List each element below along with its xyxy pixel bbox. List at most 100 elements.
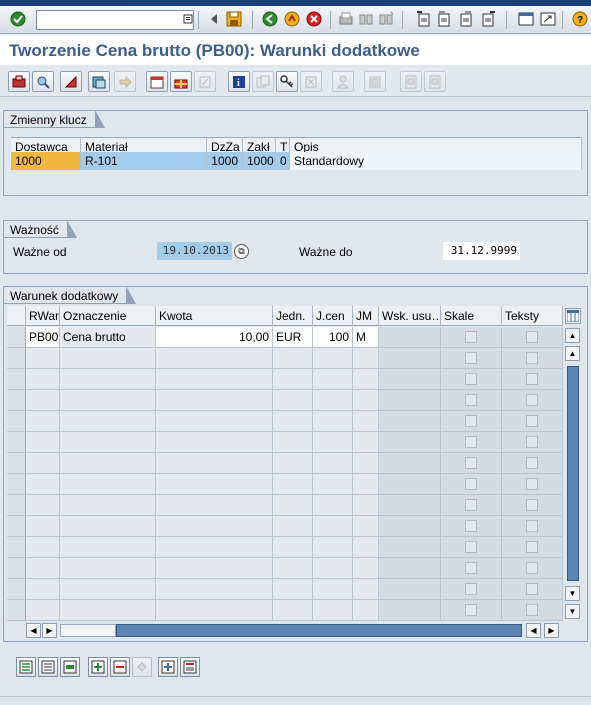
checkbox[interactable]	[465, 436, 477, 448]
checkbox[interactable]	[465, 520, 477, 532]
table-cell[interactable]	[26, 558, 60, 579]
row-selector[interactable]	[7, 348, 26, 369]
table-row[interactable]	[7, 600, 563, 621]
table-cell[interactable]	[156, 600, 273, 621]
table-cell[interactable]	[353, 390, 379, 411]
help-icon[interactable]: ?	[570, 9, 590, 29]
table-cell[interactable]	[353, 453, 379, 474]
table-cell[interactable]	[26, 579, 60, 600]
table-cell[interactable]	[156, 390, 273, 411]
table-cell[interactable]	[26, 453, 60, 474]
person-icon[interactable]	[332, 71, 354, 92]
table-row[interactable]	[7, 348, 563, 369]
gift-icon[interactable]	[170, 71, 192, 92]
checkbox[interactable]	[526, 436, 538, 448]
copy-condition-icon[interactable]	[364, 71, 386, 92]
checkbox[interactable]	[526, 583, 538, 595]
table-cell[interactable]	[313, 348, 353, 369]
exit-icon[interactable]	[282, 9, 302, 29]
select-all-header[interactable]	[7, 306, 26, 326]
table-cell[interactable]	[156, 558, 273, 579]
last-page-icon[interactable]	[478, 9, 498, 29]
scroll-track[interactable]	[60, 624, 116, 637]
calendar-picker-icon[interactable]: ⧉	[234, 244, 249, 259]
checkbox[interactable]	[526, 604, 538, 616]
display-icon[interactable]	[32, 71, 54, 92]
checkbox[interactable]	[526, 499, 538, 511]
table-cell[interactable]	[313, 600, 353, 621]
table-cell[interactable]	[313, 516, 353, 537]
table-row[interactable]	[7, 516, 563, 537]
table-cell[interactable]	[313, 453, 353, 474]
row-selector[interactable]	[7, 369, 26, 390]
table-row[interactable]: PB00 Cena brutto 10,00 EUR 100 M	[7, 327, 563, 348]
scroll-up-icon[interactable]: ▲	[565, 346, 580, 361]
table-cell[interactable]	[353, 495, 379, 516]
column-header[interactable]: Kwota	[156, 306, 273, 326]
table-cell[interactable]	[273, 474, 313, 495]
table-cell[interactable]	[353, 558, 379, 579]
checkbox[interactable]	[526, 373, 538, 385]
scales-icon[interactable]	[60, 71, 82, 92]
table-cell[interactable]	[273, 600, 313, 621]
enter-icon[interactable]	[8, 9, 28, 29]
row-selector[interactable]	[7, 516, 26, 537]
row-selector[interactable]	[7, 411, 26, 432]
table-cell[interactable]	[313, 411, 353, 432]
vertical-scrollbar[interactable]: ▲ ▲ ▼ ▼	[565, 306, 581, 622]
checkbox[interactable]	[465, 415, 477, 427]
table-cell[interactable]	[273, 579, 313, 600]
table-cell[interactable]	[156, 516, 273, 537]
scroll-left-end-icon[interactable]: ◀	[526, 623, 541, 638]
checkbox[interactable]	[526, 352, 538, 364]
checkbox[interactable]	[465, 499, 477, 511]
scroll-thumb[interactable]	[567, 366, 579, 581]
valid-to-field[interactable]: 31.12.9999	[443, 242, 520, 260]
details-icon[interactable]	[158, 657, 178, 677]
checkbox[interactable]	[465, 541, 477, 553]
table-cell[interactable]	[156, 579, 273, 600]
find-icon[interactable]	[356, 9, 376, 29]
table-row[interactable]	[7, 558, 563, 579]
table-cell[interactable]	[156, 432, 273, 453]
table-cell[interactable]	[273, 390, 313, 411]
row-selector[interactable]	[7, 453, 26, 474]
table-cell[interactable]	[353, 537, 379, 558]
table-cell[interactable]	[313, 432, 353, 453]
select-all-icon[interactable]	[16, 657, 36, 677]
table-cell[interactable]: 1000	[243, 152, 276, 170]
triangle-left-icon[interactable]	[204, 9, 224, 29]
row-selector[interactable]	[7, 579, 26, 600]
checkbox[interactable]	[526, 520, 538, 532]
cancel-icon[interactable]	[304, 9, 324, 29]
checkbox[interactable]	[465, 457, 477, 469]
table-cell[interactable]	[273, 411, 313, 432]
table-cell[interactable]	[26, 390, 60, 411]
table-cell[interactable]	[26, 600, 60, 621]
table-cell[interactable]	[313, 474, 353, 495]
horizontal-scrollbar[interactable]: ◀ ▶ ◀ ▶	[26, 623, 560, 638]
table-cell[interactable]	[26, 495, 60, 516]
table-cell[interactable]: PB00	[26, 327, 60, 348]
first-page-icon[interactable]	[414, 9, 434, 29]
shortcut-icon[interactable]	[538, 9, 558, 29]
row-selector[interactable]	[7, 432, 26, 453]
row-selector[interactable]	[7, 474, 26, 495]
detail-icon[interactable]	[400, 71, 422, 92]
checkbox[interactable]	[526, 457, 538, 469]
find-next-icon[interactable]	[376, 9, 396, 29]
table-cell[interactable]	[353, 432, 379, 453]
table-cell[interactable]: 1000	[11, 152, 81, 170]
choose-icon[interactable]	[180, 657, 200, 677]
table-cell[interactable]: M	[353, 327, 379, 348]
table-cell[interactable]	[156, 453, 273, 474]
row-selector[interactable]	[7, 495, 26, 516]
scroll-thumb[interactable]	[116, 624, 522, 637]
valid-from-field[interactable]: 19.10.2013	[157, 242, 232, 260]
table-cell[interactable]	[273, 516, 313, 537]
copy-icon[interactable]	[252, 71, 274, 92]
checkbox[interactable]	[526, 478, 538, 490]
table-cell[interactable]	[273, 558, 313, 579]
table-cell[interactable]	[273, 495, 313, 516]
checkbox[interactable]	[465, 583, 477, 595]
